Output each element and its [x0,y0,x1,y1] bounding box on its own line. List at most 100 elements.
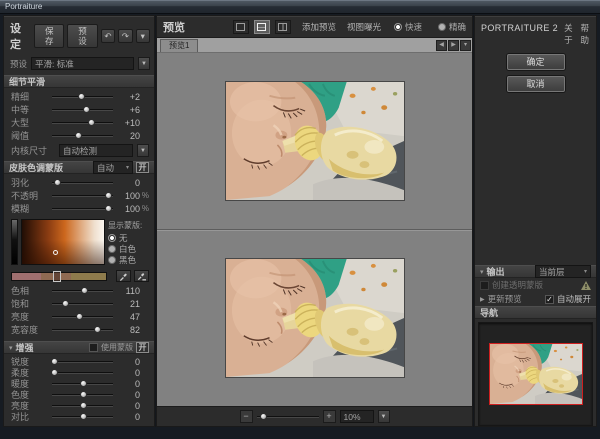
auto-expand-checkbox[interactable]: ✓ [545,295,554,304]
radio-option[interactable]: 无 [108,232,149,243]
slider-handle[interactable] [51,358,58,365]
color-picker-marker[interactable] [53,250,58,255]
refresh-arrow-icon[interactable]: ▶ [480,296,485,303]
tab-scroll-left-icon[interactable]: ◀ [436,40,447,51]
hue-range-strip[interactable] [11,272,107,281]
radio-option[interactable]: 白色 [108,243,149,254]
about-link[interactable]: 关于 [564,22,574,46]
cancel-button[interactable]: 取消 [507,76,565,92]
slider-handle[interactable] [105,192,112,199]
slider-handle[interactable] [80,380,87,387]
zoom-dropdown-icon[interactable]: ▼ [378,410,390,423]
preview-pane-processed[interactable] [157,230,472,407]
section-arrow-icon[interactable]: ▾ [9,344,13,352]
slider-handle[interactable] [80,391,87,398]
slider-handle[interactable] [76,313,83,320]
slider-track[interactable] [52,383,113,385]
output-arrow-icon[interactable]: ▾ [480,268,484,276]
view-split-horizontal-button[interactable] [254,20,270,34]
slider-track[interactable] [52,416,113,418]
slider-track[interactable] [52,182,113,184]
zoom-slider[interactable] [257,416,319,418]
preview-pane-original[interactable] [157,53,472,230]
preview-image-processed[interactable] [225,258,405,378]
preset-button[interactable]: 预设 [67,24,97,48]
mask-mode-select[interactable]: 自动 ▾ [93,161,133,174]
kernel-dropdown-icon[interactable]: ▼ [137,144,149,157]
slider-handle[interactable] [94,326,101,333]
tab-menu-icon[interactable]: ▾ [460,40,471,51]
use-mask-checkbox[interactable] [89,343,98,352]
add-preview-button[interactable]: 添加预览 [302,21,336,33]
kernel-select[interactable]: 自动检测 [59,144,133,157]
ok-button[interactable]: 确定 [507,54,565,70]
zoom-out-button[interactable]: − [240,410,253,423]
luminance-strip[interactable] [11,219,18,265]
slider-track[interactable] [52,372,113,374]
tab-scroll-right-icon[interactable]: ▶ [448,40,459,51]
slider-handle[interactable] [51,369,58,376]
radio-option[interactable]: 精确 [438,21,466,32]
exposure-button[interactable]: 视图曝光 [347,21,381,33]
slider-track[interactable] [52,122,113,124]
slider-handle[interactable] [80,402,87,409]
view-split-vertical-button[interactable] [275,20,291,34]
enhance-section-header[interactable]: ▾ 增强 使用蒙版 开 [4,341,154,354]
transparency-checkbox[interactable] [480,281,489,290]
radio-icon[interactable] [108,234,116,242]
eyedropper-button[interactable] [116,270,131,282]
radio-icon[interactable] [394,23,402,31]
undo-icon[interactable]: ↶ [101,29,115,43]
slider-track[interactable] [52,195,113,197]
mask-expand-button[interactable]: 开 [136,162,149,173]
slider-track[interactable] [52,96,113,98]
mask-section-header[interactable]: 皮肤色调蒙版 自动 ▾ 开 [4,161,154,174]
slider-handle[interactable] [105,205,112,212]
preview-tab[interactable]: 预览1 [160,39,198,52]
radio-option[interactable]: 快速 [394,21,422,32]
slider-handle[interactable] [81,287,88,294]
view-single-button[interactable] [233,20,249,34]
slider-track[interactable] [52,361,113,363]
slider-track[interactable] [52,405,113,407]
skin-color-gradient[interactable] [21,219,105,265]
refresh-label[interactable]: 更新预览 [488,293,522,305]
radio-icon[interactable] [108,245,116,253]
slider-handle[interactable] [75,132,82,139]
slider-track[interactable] [52,329,113,331]
window-titlebar[interactable]: Portraiture [0,0,600,14]
slider-track[interactable] [52,303,113,305]
slider-handle[interactable] [88,119,95,126]
detail-section-header[interactable]: 细节平滑 [4,75,154,88]
redo-icon[interactable]: ↷ [118,29,132,43]
eyedropper-minus-button[interactable] [134,270,149,282]
slider-handle[interactable] [80,413,87,420]
preset-dropdown-icon[interactable]: ▼ [138,57,150,70]
output-target-select[interactable]: 当前层 ▾ [535,265,591,278]
settings-menu-icon[interactable]: ▾ [136,29,150,43]
zoom-in-button[interactable]: + [323,410,336,423]
save-button[interactable]: 保存 [34,24,64,48]
slider-handle[interactable] [83,106,90,113]
navigator-thumbnail[interactable] [489,343,583,405]
slider-handle[interactable] [78,93,85,100]
radio-icon[interactable] [108,256,116,264]
slider-track[interactable] [52,290,113,292]
slider-track[interactable] [52,109,113,111]
slider-handle[interactable] [62,300,69,307]
help-link[interactable]: 帮助 [581,22,591,46]
radio-icon[interactable] [438,23,446,31]
preset-select[interactable]: 平滑: 标准 [31,57,134,70]
preview-image-original[interactable] [225,81,405,201]
slider-track[interactable] [52,316,113,318]
radio-option[interactable]: 黑色 [108,254,149,265]
hue-range-handle[interactable] [53,271,61,282]
zoom-slider-handle[interactable] [260,413,267,420]
slider-handle[interactable] [54,179,61,186]
output-section-header[interactable]: ▾ 输出 当前层 ▾ [475,265,596,278]
enhance-expand-button[interactable]: 开 [136,342,149,353]
slider-track[interactable] [52,135,113,137]
zoom-level-select[interactable]: 10% [340,410,374,423]
slider-track[interactable] [52,394,113,396]
slider-track[interactable] [52,208,113,210]
